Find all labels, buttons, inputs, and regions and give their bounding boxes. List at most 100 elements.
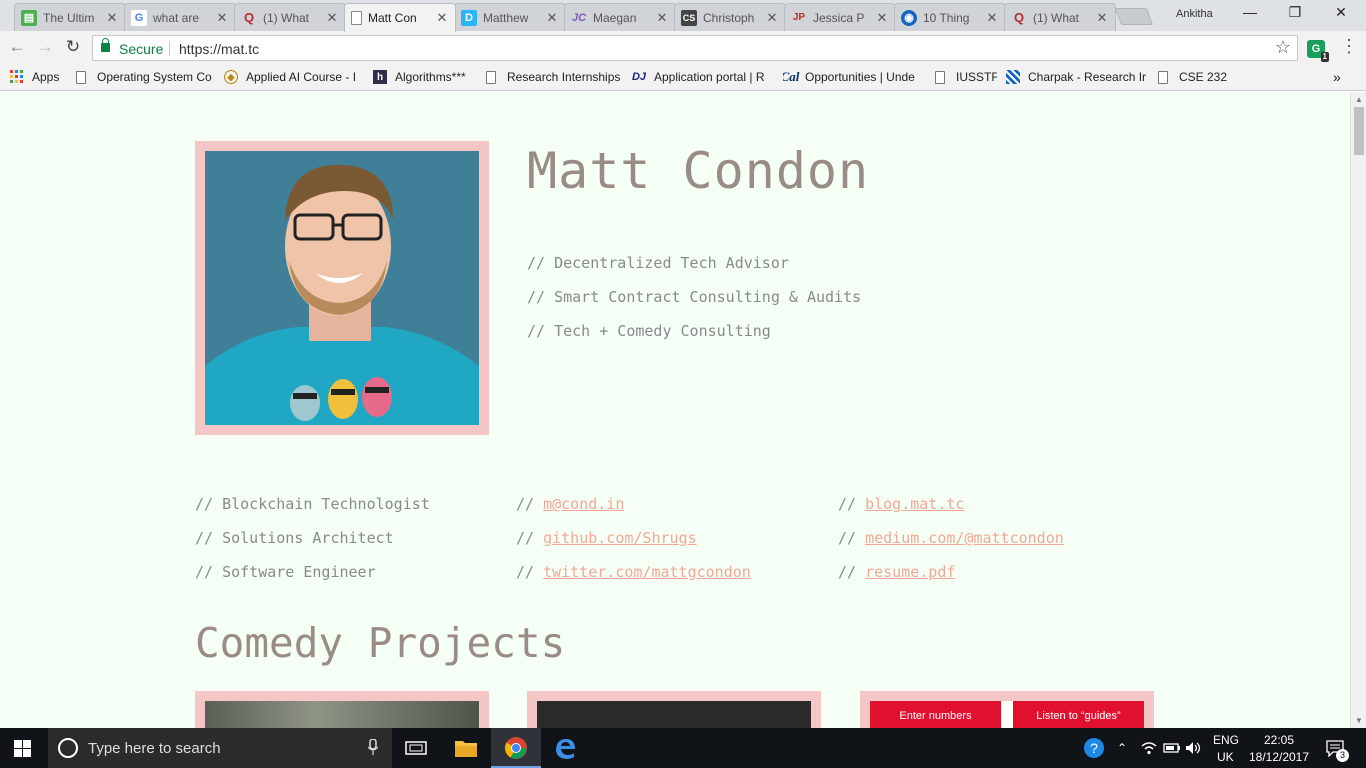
tab-title: (1) What — [263, 10, 310, 25]
notification-count: 3 — [1336, 749, 1349, 762]
google-icon: G — [131, 9, 147, 26]
lock-icon — [101, 38, 110, 52]
close-tab-icon[interactable]: ✕ — [985, 10, 999, 26]
file-explorer-icon[interactable] — [454, 736, 478, 760]
document-icon — [1158, 70, 1168, 84]
forward-icon[interactable]: → — [34, 37, 56, 59]
task-view-icon[interactable] — [404, 736, 428, 760]
github-link[interactable]: github.com/Shrugs — [543, 529, 697, 547]
bookmark-label: Research Internships — [507, 70, 621, 84]
link-prefix: // — [838, 563, 866, 581]
bookmark-item[interactable]: IUSSTF — [935, 69, 997, 85]
close-tab-icon[interactable]: ✕ — [435, 10, 449, 26]
scroll-thumb[interactable] — [1354, 107, 1364, 155]
bookmark-label: Charpak - Research Ir — [1028, 70, 1146, 84]
close-tab-icon[interactable]: ✕ — [765, 10, 779, 26]
document-icon — [935, 70, 945, 84]
extension-icon[interactable]: G 1 — [1307, 40, 1329, 62]
bookmarks-overflow-icon[interactable]: » — [1333, 69, 1341, 85]
tab-title: (1) What — [1033, 10, 1080, 25]
close-tab-icon[interactable]: ✕ — [1095, 10, 1109, 26]
clock[interactable]: 22:05 18/12/2017 — [1247, 733, 1311, 764]
project-thumbnail[interactable] — [527, 691, 821, 728]
scroll-up-icon[interactable]: ▲ — [1355, 95, 1363, 104]
scroll-down-icon[interactable]: ▼ — [1355, 716, 1363, 725]
project-thumbnail[interactable]: Enter numbers Listen to “guides” — [860, 691, 1154, 728]
email-link[interactable]: m@cond.in — [543, 495, 624, 513]
tab-3-active[interactable]: Matt Con ✕ — [344, 3, 456, 32]
close-window-icon[interactable]: ✕ — [1327, 4, 1355, 24]
close-tab-icon[interactable]: ✕ — [105, 10, 119, 26]
security-label[interactable]: Secure — [119, 41, 163, 57]
bookmark-item[interactable]: Research Internships — [486, 69, 622, 85]
link-prefix: // — [516, 563, 544, 581]
tab-5[interactable]: JC Maegan ✕ — [564, 3, 676, 31]
url-text[interactable]: https://mat.tc — [179, 41, 259, 57]
tab-9[interactable]: Q (1) What ✕ — [1004, 3, 1116, 31]
restore-icon[interactable]: ❐ — [1281, 4, 1309, 24]
tab-title: what are — [153, 10, 200, 25]
blog-link[interactable]: blog.mat.tc — [865, 495, 964, 513]
close-tab-icon[interactable]: ✕ — [215, 10, 229, 26]
tab-4[interactable]: D Matthew ✕ — [454, 3, 566, 31]
quora-icon: Q — [243, 10, 255, 25]
bookmark-apps[interactable]: Apps — [10, 69, 70, 85]
medium-link[interactable]: medium.com/@mattcondon — [865, 529, 1064, 547]
close-tab-icon[interactable]: ✕ — [655, 10, 669, 26]
bookmark-item[interactable]: ◆ Applied AI Course - I — [224, 69, 362, 85]
language-indicator[interactable]: ENG UK — [1213, 733, 1239, 764]
tab-8[interactable]: ◉ 10 Thing ✕ — [894, 3, 1006, 31]
chevron-up-icon[interactable]: ⌃ — [1110, 736, 1134, 760]
microphone-icon[interactable] — [367, 738, 379, 758]
charpak-icon — [1006, 70, 1020, 84]
enter-numbers-button[interactable]: Enter numbers — [870, 701, 1001, 728]
battery-icon[interactable] — [1160, 736, 1184, 760]
bookmark-label: Algorithms*** — [395, 70, 466, 84]
back-icon[interactable]: ← — [6, 37, 28, 59]
bookmark-item[interactable]: DJ Application portal | R — [632, 69, 774, 85]
project-thumbnail[interactable] — [195, 691, 489, 728]
address-bar[interactable]: Secure https://mat.tc ☆ — [92, 35, 1298, 61]
reload-icon[interactable]: ↻ — [62, 37, 84, 59]
tab-1[interactable]: G what are ✕ — [124, 3, 236, 31]
bookmark-item[interactable]: CSE 232 — [1158, 69, 1228, 85]
apps-grid-icon — [10, 70, 24, 84]
bookmark-item[interactable]: h Algorithms*** — [373, 69, 477, 85]
bookmark-item[interactable]: Charpak - Research Ir — [1006, 69, 1146, 85]
resume-link[interactable]: resume.pdf — [865, 563, 955, 581]
taskbar-search-input[interactable]: Type here to search — [48, 728, 392, 768]
menu-icon[interactable]: ⋮ — [1340, 36, 1358, 57]
page-scrollbar[interactable]: ▲ ▼ — [1350, 92, 1366, 728]
close-tab-icon[interactable]: ✕ — [875, 10, 889, 26]
windows-start-icon[interactable] — [14, 740, 31, 757]
page-title: Matt Condon — [527, 142, 870, 200]
profile-name[interactable]: Ankitha — [1176, 8, 1213, 20]
tab-0[interactable]: ▤ The Ultim ✕ — [14, 3, 126, 31]
edge-icon[interactable] — [553, 736, 577, 760]
chrome-icon[interactable] — [504, 736, 528, 760]
section-title: Comedy Projects — [195, 619, 566, 667]
listen-guides-button[interactable]: Listen to “guides” — [1013, 701, 1144, 728]
jp-icon: JP — [792, 12, 806, 23]
bookmark-item[interactable]: Cal Opportunities | Unde — [783, 69, 923, 85]
tab-6[interactable]: CS Christoph ✕ — [674, 3, 786, 31]
clock-time: 22:05 — [1263, 733, 1295, 747]
tab-2[interactable]: Q (1) What ✕ — [234, 3, 346, 31]
bookmark-item[interactable]: Operating System Co — [76, 69, 212, 85]
project-image — [537, 701, 811, 728]
close-tab-icon[interactable]: ✕ — [545, 10, 559, 26]
profile-photo-frame — [195, 141, 489, 435]
new-tab-button[interactable] — [1114, 8, 1154, 25]
volume-icon[interactable] — [1182, 736, 1206, 760]
twitter-link[interactable]: twitter.com/mattgcondon — [543, 563, 751, 581]
bookmark-star-icon[interactable]: ☆ — [1275, 37, 1291, 58]
wifi-icon[interactable] — [1137, 736, 1161, 760]
tab-7[interactable]: JP Jessica P ✕ — [784, 3, 896, 31]
tab-title: Maegan — [593, 10, 637, 25]
link-row: // m@cond.in — [516, 495, 624, 513]
close-tab-icon[interactable]: ✕ — [325, 10, 339, 26]
help-icon[interactable]: ? — [1082, 736, 1106, 760]
minimize-icon[interactable]: — — [1236, 4, 1264, 24]
link-prefix: // — [838, 495, 866, 513]
notifications-icon[interactable]: 3 — [1323, 736, 1349, 762]
